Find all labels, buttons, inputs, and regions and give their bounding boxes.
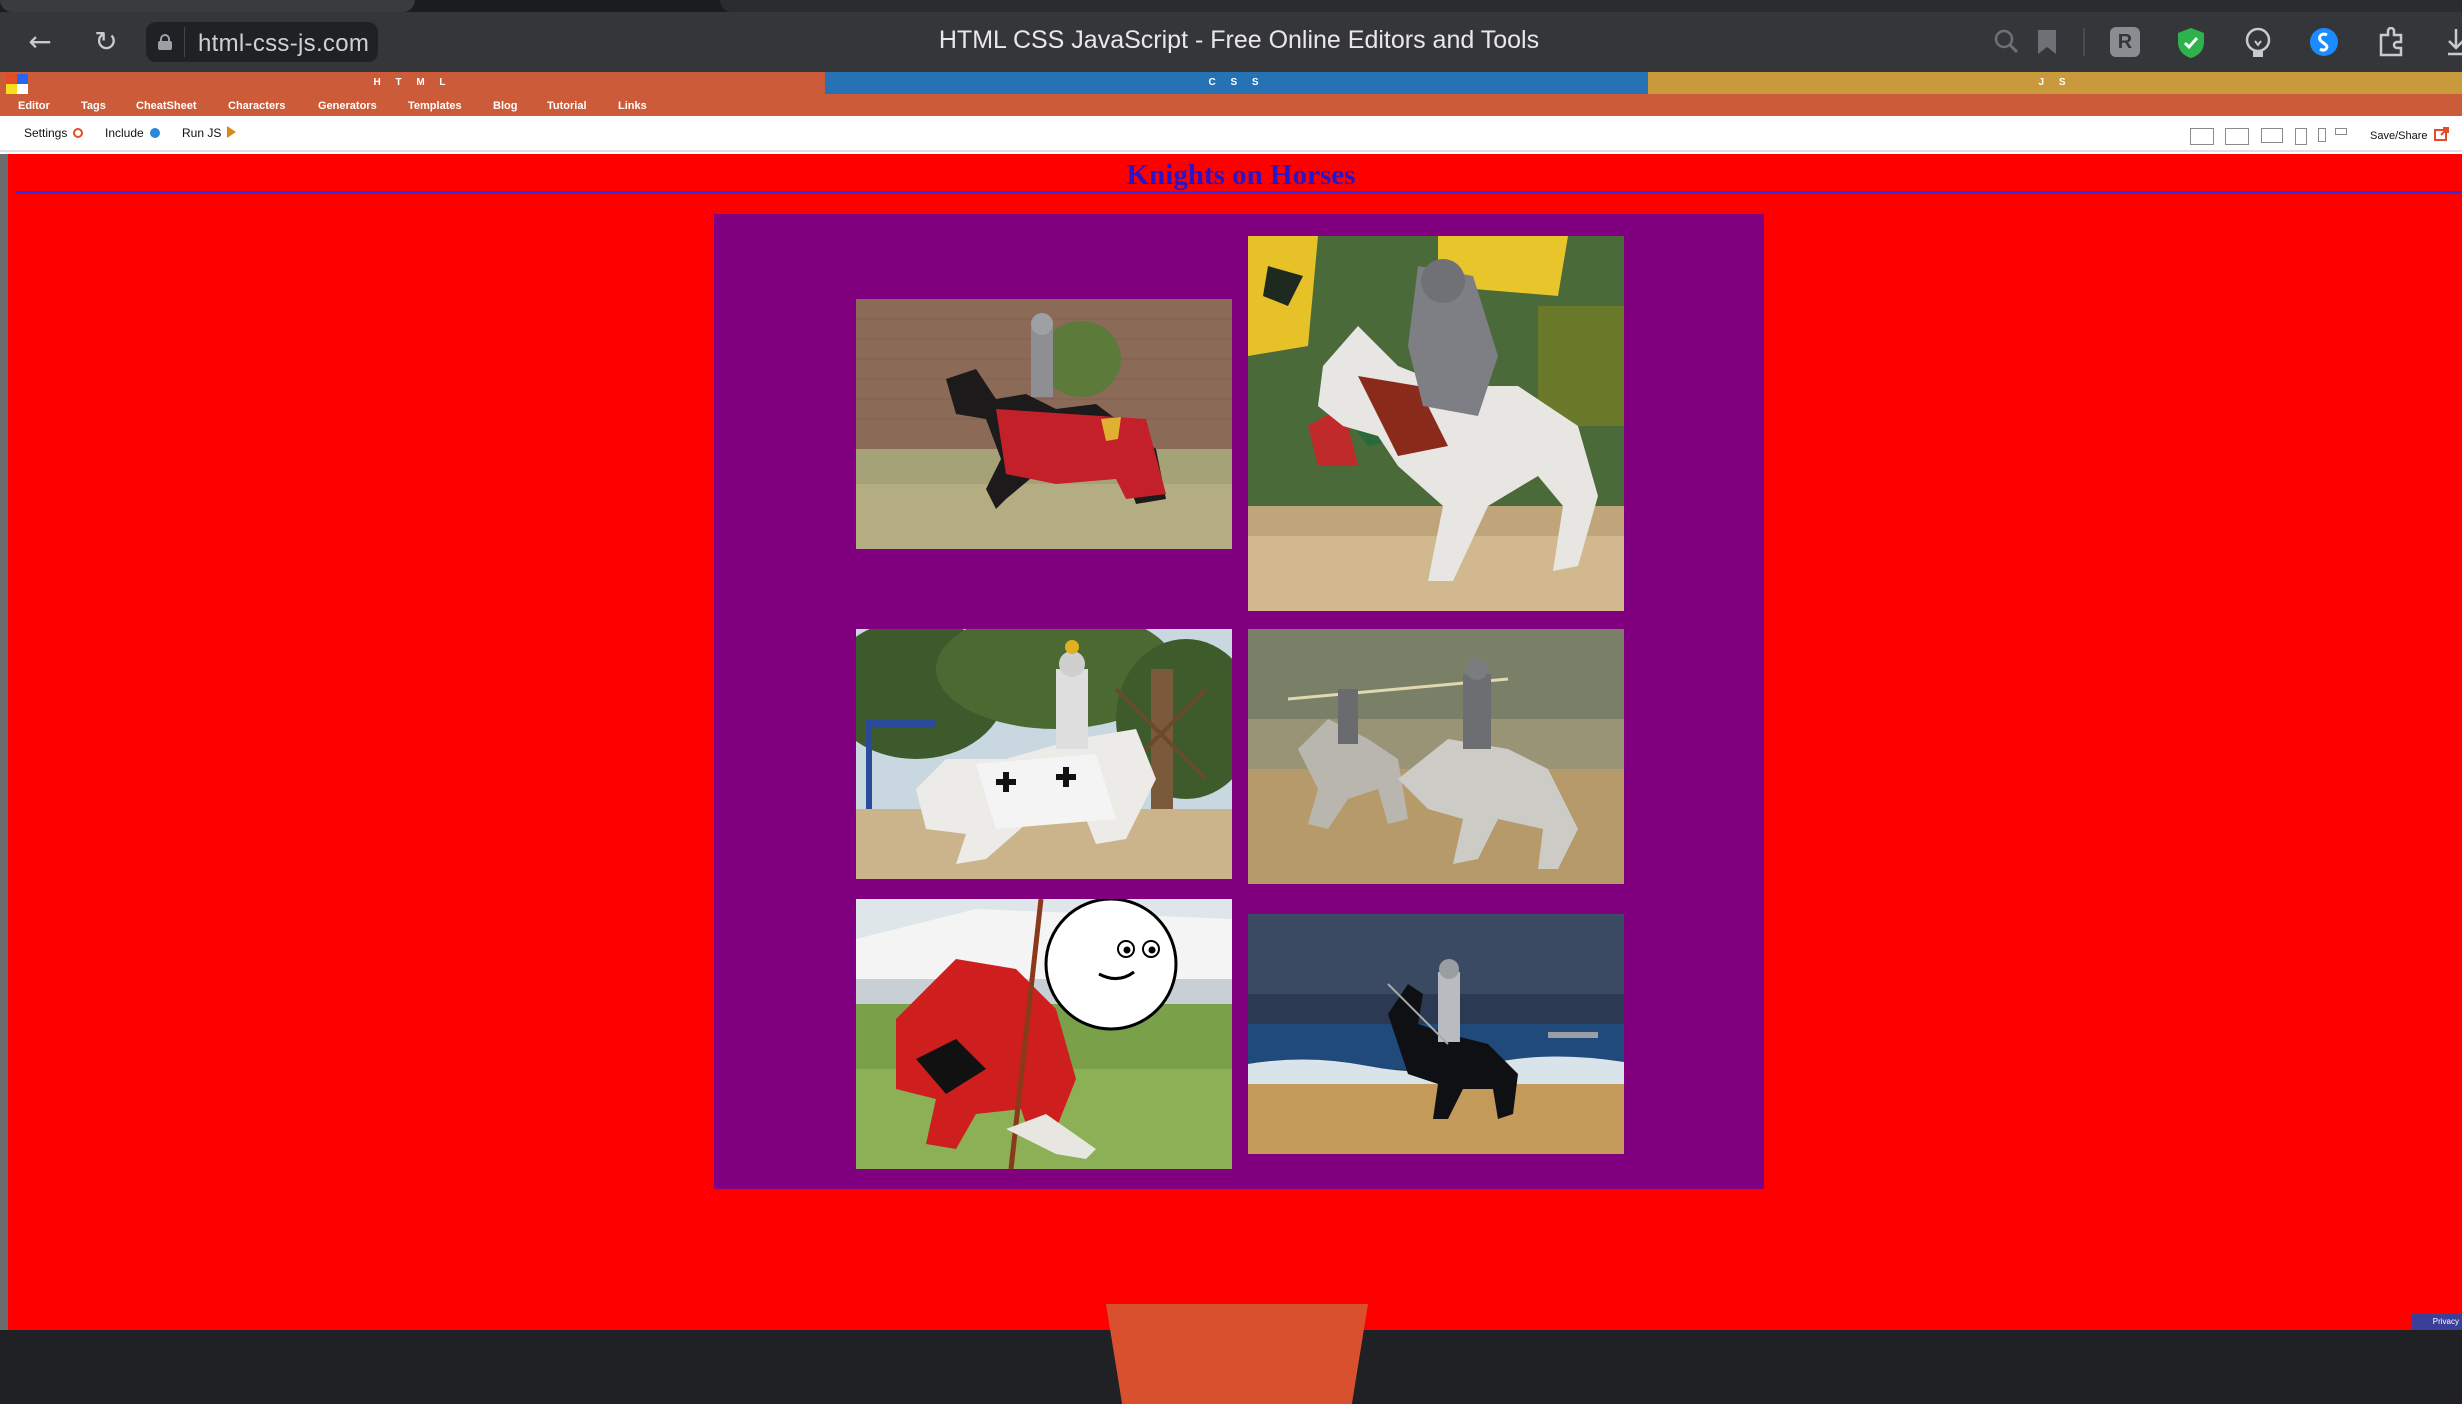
nav-tutorial[interactable]: Tutorial <box>547 94 587 118</box>
tab-html[interactable]: H T M L <box>0 72 825 94</box>
nav-characters[interactable]: Characters <box>228 94 285 118</box>
html-css-js-site: H T M L C S S J S Editor Tags CheatSheet… <box>0 72 2462 1404</box>
tab-js[interactable]: J S <box>1648 72 2462 94</box>
layout-grid-icon[interactable] <box>2225 128 2249 145</box>
page-heading: Knights on Horses <box>1126 159 1356 191</box>
browser-toolbar: ← ↻ html-css-js.com HTML CSS JavaScript … <box>0 12 2462 72</box>
tablet-view-icon[interactable] <box>2295 128 2307 145</box>
browser-tab[interactable] <box>0 0 415 12</box>
editor-pane-bar: H T M L C S S J S Editor Tags CheatSheet… <box>0 72 2462 116</box>
mobile-view-icon[interactable] <box>2318 128 2326 142</box>
play-icon <box>227 126 237 138</box>
download-icon[interactable] <box>2446 27 2462 57</box>
preview-heading: Knights on Horses <box>16 154 2462 194</box>
nav-templates[interactable]: Templates <box>408 94 462 118</box>
knight-photo-3 <box>856 629 1232 879</box>
site-logo[interactable] <box>6 74 28 94</box>
save-share-button[interactable]: Save/Share <box>2370 127 2450 142</box>
nav-cheatsheet[interactable]: CheatSheet <box>136 94 197 118</box>
include-plus-icon <box>149 128 160 138</box>
shazam-icon[interactable] <box>2309 27 2339 57</box>
nav-tags[interactable]: Tags <box>81 94 106 118</box>
desktop-view-icon[interactable] <box>2261 128 2283 143</box>
knight-photo-1 <box>856 299 1232 549</box>
minimize-view-icon[interactable] <box>2335 128 2347 135</box>
layout-columns-icon[interactable] <box>2190 128 2214 145</box>
tab-strip-background <box>720 0 2462 12</box>
window-title: HTML CSS JavaScript - Free Online Editor… <box>938 26 1540 54</box>
bookmark-icon[interactable] <box>2036 28 2058 56</box>
nav-links[interactable]: Links <box>618 94 647 118</box>
zoom-icon[interactable] <box>1993 28 2019 54</box>
nav-generators[interactable]: Generators <box>318 94 377 118</box>
extensions-puzzle-icon[interactable] <box>2377 27 2405 57</box>
preview-pane: Knights on Horses Privacy <box>0 154 2462 1404</box>
knight-photo-2 <box>1248 236 1624 611</box>
knight-photo-6 <box>1248 914 1624 1154</box>
knight-photo-5 <box>856 899 1232 1169</box>
nav-editor[interactable]: Editor <box>18 94 50 118</box>
run-js-button[interactable]: Run JS <box>182 126 237 140</box>
nav-blog[interactable]: Blog <box>493 94 517 118</box>
privacy-badge[interactable]: Privacy <box>2412 1314 2462 1330</box>
shield-check-icon[interactable] <box>2176 27 2206 59</box>
extension-r-icon[interactable]: R <box>2110 27 2140 57</box>
settings-gear-icon <box>73 128 84 138</box>
knight-gallery <box>714 214 1764 1189</box>
tab-css[interactable]: C S S <box>825 72 1648 94</box>
include-button[interactable]: Include <box>105 126 160 140</box>
settings-button[interactable]: Settings <box>24 126 84 140</box>
editor-subbar: Settings Include Run JS Save/Share <box>0 116 2462 152</box>
knight-photo-4 <box>1248 629 1624 884</box>
share-icon <box>2433 127 2449 141</box>
lightbulb-icon[interactable] <box>2243 27 2273 59</box>
decorative-trapezoid <box>1106 1304 1368 1404</box>
